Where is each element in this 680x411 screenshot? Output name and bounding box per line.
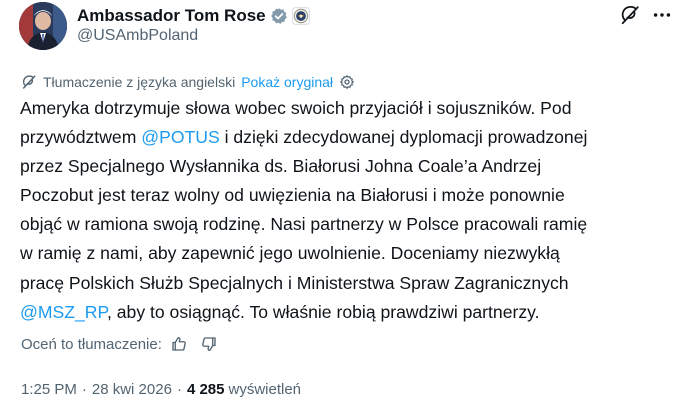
tweet-text-line: objąć w ramiona swoją rodzinę. Nasi part… — [20, 214, 588, 235]
views-label[interactable]: wyświetleń — [228, 381, 301, 398]
thumbs-up-icon[interactable] — [170, 335, 188, 353]
translated-from-label: Tłumaczenie z języka angielski — [43, 74, 236, 90]
meta-separator: · — [81, 380, 87, 398]
avatar[interactable] — [19, 2, 67, 50]
tweet-text-segment: , aby to osiągnąć. To właśnie robią praw… — [106, 301, 540, 322]
rate-translation-label: Oceń to tłumaczenie: — [21, 335, 162, 353]
tweet-time[interactable]: 1:25 PM — [21, 381, 77, 398]
grok-icon[interactable] — [619, 4, 641, 26]
views-count[interactable]: 4 285 — [187, 381, 225, 398]
tweet-text-line: przez Specjalnego Wysłannika ds. Białoru… — [20, 156, 542, 177]
rate-translation-row: Oceń to tłumaczenie: — [21, 334, 218, 354]
translate-icon — [22, 75, 36, 89]
author-name-row: Ambassador Tom Rose — [77, 4, 310, 28]
gray-verified-badge-icon[interactable] — [270, 7, 288, 25]
tweet-text-segment: i dzięki zdecydowanej dyplomacji prowadz… — [219, 127, 588, 148]
mention-link-msz-rp[interactable]: @MSZ_RP — [20, 302, 107, 322]
tweet-text-line: @MSZ_RP, aby to osiągnąć. To właśnie rob… — [20, 298, 670, 327]
more-options-icon[interactable] — [651, 4, 673, 26]
gear-icon[interactable] — [339, 74, 355, 90]
thumbs-down-icon[interactable] — [200, 335, 218, 353]
tweet-text-line: Poczobut jest teraz wolny od uwięzienia … — [20, 185, 565, 206]
author-name[interactable]: Ambassador Tom Rose — [77, 6, 266, 26]
mention-link-potus[interactable]: @POTUS — [141, 127, 219, 147]
us-state-department-seal-icon[interactable] — [292, 7, 310, 25]
tweet-text-line: w ramię z nami, aby zapewnić jego uwolni… — [20, 243, 560, 264]
tweet: Ambassador Tom Rose @USAmbPoland Tłumacz… — [0, 0, 680, 411]
tweet-text-line: przywództwem @POTUS i dzięki zdecydowane… — [20, 123, 670, 152]
tweet-text: Ameryka dotrzymuje słowa wobec swoich pr… — [20, 94, 670, 327]
tweet-text-segment: przywództwem — [20, 127, 142, 148]
meta-separator: · — [176, 380, 182, 398]
tweet-text-line: Ameryka dotrzymuje słowa wobec swoich pr… — [20, 98, 572, 118]
translation-bar: Tłumaczenie z języka angielski Pokaż ory… — [21, 72, 355, 92]
author-handle[interactable]: @USAmbPoland — [77, 27, 198, 45]
tweet-date[interactable]: 28 kwi 2026 — [92, 381, 172, 398]
tweet-text-line: pracę Polskich Służb Specjalnych i Minis… — [20, 272, 569, 293]
tweet-meta: 1:25 PM · 28 kwi 2026 · 4 285 wyświetleń — [21, 378, 301, 400]
show-original-link[interactable]: Pokaż oryginał — [241, 74, 333, 90]
